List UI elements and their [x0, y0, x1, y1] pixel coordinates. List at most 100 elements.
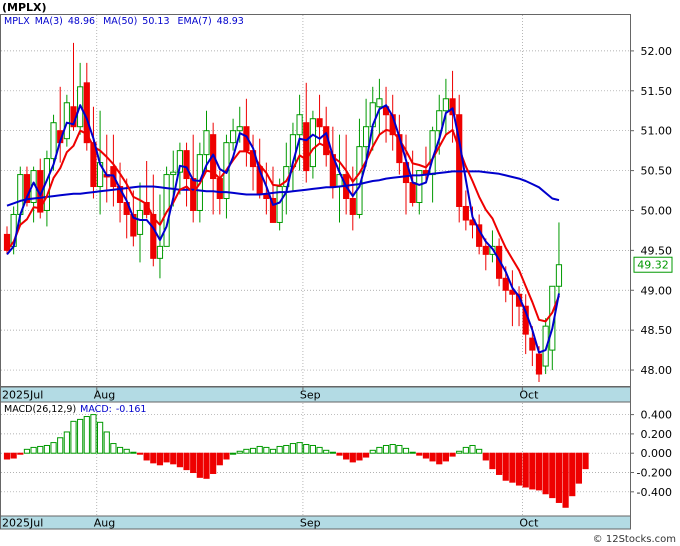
- chart-title: (MPLX): [2, 1, 47, 14]
- candle-body-up: [236, 126, 243, 132]
- macd-bar-negative: [502, 452, 509, 481]
- macd-bar-positive: [43, 444, 50, 454]
- candle-body-down: [482, 245, 489, 255]
- macd-legend: MACD(26,12,9) MACD: -0.161: [4, 404, 146, 415]
- macd-bar-positive: [303, 444, 310, 454]
- candle-body-up: [555, 264, 563, 287]
- macd-legend-label: MACD(26,12,9): [4, 404, 76, 415]
- macd-bar-positive: [369, 449, 376, 454]
- macd-bar-negative: [156, 452, 164, 466]
- price-y-tick-label: 49.50: [641, 244, 673, 257]
- macd-y-axis: 0.400 0.200 0.000 -0.200 -0.400: [630, 409, 672, 499]
- macd-bar-negative: [176, 452, 184, 468]
- candle-body-up: [170, 171, 177, 176]
- macd-bar-negative: [489, 452, 496, 470]
- legend-value: 48.96: [68, 16, 95, 27]
- legend-label: MA(3): [35, 16, 63, 27]
- macd-bar-positive: [116, 446, 124, 454]
- macd-bar-positive: [456, 450, 463, 454]
- macd-bar-positive: [269, 448, 277, 454]
- price-panel-frame: [0, 14, 631, 387]
- candle-body-up: [203, 130, 210, 156]
- candle-body-up: [309, 118, 316, 168]
- macd-y-tick-label: -0.200: [637, 467, 672, 480]
- candle: [163, 166, 170, 247]
- macd-bar-negative: [416, 452, 423, 456]
- last-price-tag: 49.32: [637, 259, 669, 272]
- macd-bar-negative: [363, 452, 370, 458]
- macd-bar-negative: [210, 452, 217, 474]
- macd-bar-negative: [163, 452, 170, 463]
- macd-bar-negative: [216, 452, 223, 466]
- macd-bar-negative: [223, 452, 230, 460]
- candle-body-up: [156, 245, 164, 259]
- macd-bar-positive: [382, 444, 390, 454]
- price-y-tick-label: 48.50: [641, 324, 673, 337]
- macd-bar-positive: [70, 420, 77, 454]
- macd-bar-positive: [256, 445, 263, 454]
- macd-bar-positive: [30, 446, 37, 454]
- macd-x-tick-label: Sep: [300, 517, 321, 530]
- macd-bar-positive: [316, 446, 323, 454]
- macd-bar-negative: [569, 452, 576, 497]
- price-y-tick-label: 52.00: [641, 45, 673, 58]
- macd-bar-negative: [356, 452, 363, 461]
- candle-body-down: [316, 118, 323, 128]
- macd-bar-positive: [50, 442, 57, 454]
- macd-bar-negative: [535, 452, 543, 491]
- macd-bar-negative: [349, 452, 356, 463]
- macd-legend-label: MACD:: [80, 404, 112, 415]
- macd-bar-positive: [97, 421, 104, 454]
- candle-body-down: [535, 353, 543, 375]
- macd-bar-positive: [57, 437, 64, 454]
- macd-bar-positive: [276, 445, 283, 454]
- macd-bar-positive: [323, 449, 330, 454]
- macd-bar-negative: [496, 452, 503, 475]
- candle-body-down: [409, 182, 416, 203]
- macd-legend-value: -0.161: [116, 404, 147, 415]
- candle: [63, 94, 70, 147]
- price-x-tick-label: 2025Jul: [2, 389, 43, 402]
- macd-y-tick-label: 0.400: [641, 409, 673, 422]
- candle-body-down: [502, 277, 509, 291]
- macd-bar-positive: [263, 446, 270, 454]
- macd-bar-positive: [230, 452, 237, 455]
- macd-bar-negative: [542, 452, 549, 495]
- price-legend: MPLX MA(3) 48.96 MA(50) 50.13 EMA(7) 48.93: [4, 16, 244, 27]
- macd-y-tick-label: 0.000: [641, 447, 673, 460]
- macd-x-tick-label: Aug: [94, 517, 115, 530]
- macd-bar-positive: [296, 442, 303, 454]
- macd-bar-positive: [396, 444, 403, 454]
- price-y-tick-label: 48.00: [641, 364, 673, 377]
- macd-bar-negative: [196, 452, 203, 478]
- macd-bar-positive: [283, 444, 290, 454]
- macd-bar-negative: [17, 452, 24, 455]
- price-y-tick-label: 50.50: [641, 165, 673, 178]
- macd-bar-negative: [143, 452, 150, 461]
- macd-bar-positive: [376, 446, 383, 454]
- candle-body-up: [230, 130, 237, 144]
- candle-body-down: [303, 122, 310, 172]
- macd-bar-positive: [236, 450, 243, 454]
- macd-bar-positive: [243, 448, 250, 454]
- macd-bar-negative: [170, 452, 177, 465]
- price-y-tick-label: 50.00: [641, 204, 673, 217]
- macd-bar-negative: [436, 452, 443, 465]
- legend-value: 50.13: [142, 16, 169, 27]
- candle-body-down: [183, 150, 190, 180]
- macd-bar-negative: [562, 452, 569, 508]
- credit-text: © 12Stocks.com: [593, 534, 676, 545]
- macd-bar-positive: [130, 451, 137, 454]
- macd-bar-negative: [549, 452, 556, 499]
- candle-body-up: [50, 122, 57, 160]
- candle-body-up: [136, 209, 144, 235]
- macd-bar-positive: [289, 443, 297, 454]
- macd-bar-negative: [529, 452, 536, 490]
- macd-bar-positive: [476, 448, 483, 454]
- macd-bar-positive: [402, 447, 410, 454]
- macd-y-tick-label: -0.400: [637, 486, 672, 499]
- legend-label: EMA(7): [178, 16, 212, 27]
- candle-body-down: [216, 178, 223, 200]
- stock-chart: 48.00 48.50 49.00 49.50 50.00 50.50 51.00 51.50…: [0, 1, 676, 545]
- macd-bar-negative: [582, 452, 589, 470]
